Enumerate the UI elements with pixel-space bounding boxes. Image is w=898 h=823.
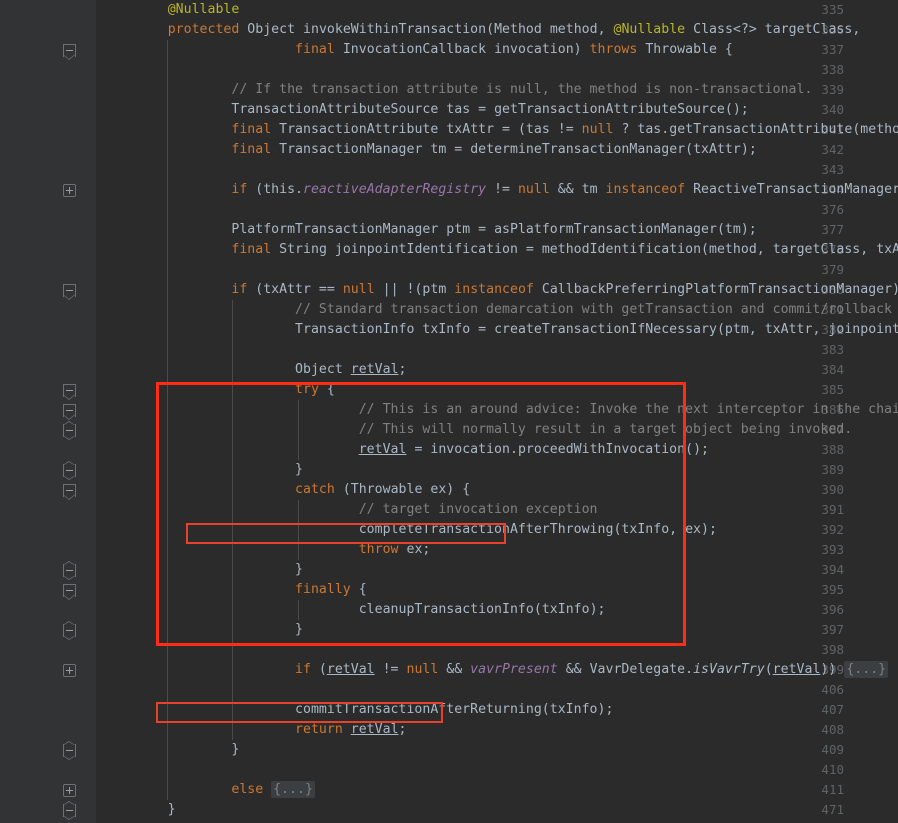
code-editor[interactable]: 335 @Nullable336 protected Object invoke…	[0, 0, 898, 823]
indent-guide	[167, 160, 168, 180]
line-number: 388	[804, 440, 844, 460]
code-line[interactable]: retVal = invocation.proceedWithInvocatio…	[104, 440, 709, 460]
collapse-fold-icon[interactable]	[63, 744, 76, 757]
code-line[interactable]: commitTransactionAfterReturning(txInfo);	[104, 700, 613, 720]
expand-fold-icon[interactable]	[63, 184, 76, 197]
line-number: 342	[804, 140, 844, 160]
line-number: 471	[804, 800, 844, 820]
collapse-fold-icon[interactable]	[63, 284, 76, 297]
line-number: 379	[804, 260, 844, 280]
indent-guide	[167, 760, 168, 780]
line-number: 394	[804, 560, 844, 580]
code-line[interactable]: TransactionAttributeSource tas = getTran…	[104, 100, 749, 120]
indent-guide	[167, 260, 168, 280]
code-line[interactable]: final String joinpointIdentification = m…	[104, 240, 898, 260]
code-line[interactable]: // target invocation exception	[104, 500, 598, 520]
code-line[interactable]: Object retVal;	[104, 360, 407, 380]
expand-fold-icon[interactable]	[63, 784, 76, 797]
line-number: 377	[804, 220, 844, 240]
line-number: 410	[804, 760, 844, 780]
indent-guide	[167, 200, 168, 220]
line-number: 384	[804, 360, 844, 380]
code-line[interactable]: }	[104, 560, 303, 580]
expand-fold-icon[interactable]	[63, 664, 76, 677]
line-number: 407	[804, 700, 844, 720]
line-number: 411	[804, 780, 844, 800]
line-number: 398	[804, 640, 844, 660]
indent-guide	[232, 640, 233, 660]
collapse-fold-icon[interactable]	[63, 404, 76, 417]
code-line[interactable]: final TransactionManager tm = determineT…	[104, 140, 757, 160]
code-line[interactable]: protected Object invokeWithinTransaction…	[104, 20, 860, 40]
folded-code-placeholder[interactable]: {...}	[844, 661, 888, 678]
collapse-fold-icon[interactable]	[63, 464, 76, 477]
code-line[interactable]: if (retVal != null && vavrPresent && Vav…	[104, 660, 888, 680]
code-line[interactable]: TransactionInfo txInfo = createTransacti…	[104, 320, 898, 340]
line-number: 335	[804, 0, 844, 20]
collapse-fold-icon[interactable]	[63, 584, 76, 597]
code-line[interactable]: @Nullable	[104, 0, 239, 20]
line-number: 406	[804, 680, 844, 700]
code-line[interactable]: final InvocationCallback invocation) thr…	[104, 40, 733, 60]
indent-guide	[167, 680, 168, 700]
line-number-gutter[interactable]	[0, 0, 96, 823]
code-line[interactable]: final TransactionAttribute txAttr = (tas…	[104, 120, 898, 140]
code-line[interactable]: finally {	[104, 580, 367, 600]
line-number: 385	[804, 380, 844, 400]
code-line[interactable]: PlatformTransactionManager ptm = asPlatf…	[104, 220, 757, 240]
collapse-fold-icon[interactable]	[63, 804, 76, 817]
indent-guide	[232, 340, 233, 360]
code-line[interactable]: try {	[104, 380, 335, 400]
folded-code-placeholder[interactable]: {...}	[271, 781, 315, 798]
line-number: 389	[804, 460, 844, 480]
line-number: 395	[804, 580, 844, 600]
line-number: 397	[804, 620, 844, 640]
line-number: 337	[804, 40, 844, 60]
line-number: 393	[804, 540, 844, 560]
collapse-fold-icon[interactable]	[63, 384, 76, 397]
line-number: 376	[804, 200, 844, 220]
line-number: 392	[804, 520, 844, 540]
line-number: 343	[804, 160, 844, 180]
code-line[interactable]: // This will normally result in a target…	[104, 420, 852, 440]
code-line[interactable]: }	[104, 800, 176, 820]
code-line[interactable]: // If the transaction attribute is null,…	[104, 80, 812, 100]
code-line[interactable]: return retVal;	[104, 720, 407, 740]
code-line[interactable]: catch (Throwable ex) {	[104, 480, 470, 500]
code-line[interactable]: throw ex;	[104, 540, 430, 560]
indent-guide	[167, 340, 168, 360]
collapse-fold-icon[interactable]	[63, 44, 76, 57]
indent-guide	[167, 60, 168, 80]
collapse-fold-icon[interactable]	[63, 564, 76, 577]
code-line[interactable]: // Standard transaction demarcation with…	[104, 300, 898, 320]
indent-guide	[167, 640, 168, 660]
line-number: 396	[804, 600, 844, 620]
code-line[interactable]: else {...}	[104, 780, 315, 800]
collapse-fold-icon[interactable]	[63, 624, 76, 637]
code-line[interactable]: }	[104, 460, 303, 480]
line-number: 338	[804, 60, 844, 80]
code-line[interactable]: if (this.reactiveAdapterRegistry != null…	[104, 180, 898, 200]
line-number: 391	[804, 500, 844, 520]
collapse-fold-icon[interactable]	[63, 484, 76, 497]
line-number: 340	[804, 100, 844, 120]
code-line[interactable]: if (txAttr == null || !(ptm instanceof C…	[104, 280, 898, 300]
line-number: 383	[804, 340, 844, 360]
collapse-fold-icon[interactable]	[63, 424, 76, 437]
code-line[interactable]: }	[104, 620, 303, 640]
indent-guide	[232, 680, 233, 700]
code-line[interactable]: // This is an around advice: Invoke the …	[104, 400, 898, 420]
line-number: 409	[804, 740, 844, 760]
line-number: 390	[804, 480, 844, 500]
code-line[interactable]: }	[104, 740, 239, 760]
code-line[interactable]: cleanupTransactionInfo(txInfo);	[104, 600, 606, 620]
code-line[interactable]: completeTransactionAfterThrowing(txInfo,…	[104, 520, 717, 540]
line-number: 408	[804, 720, 844, 740]
